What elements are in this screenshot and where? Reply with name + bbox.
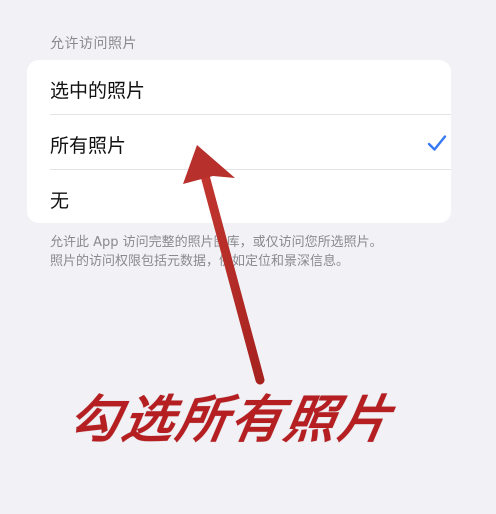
option-none[interactable]: 无 — [27, 170, 451, 223]
checkmark-icon — [427, 135, 447, 151]
option-selected-photos[interactable]: 选中的照片 — [27, 60, 451, 114]
section-header: 允许访问照片 — [50, 36, 137, 52]
photo-access-options: 选中的照片 所有照片 无 — [27, 60, 451, 223]
footnote-text: 允许此 App 访问完整的照片图库，或仅访问您所选照片。 照片的访问权限包括元数… — [50, 235, 383, 269]
option-label: 无 — [50, 190, 70, 212]
option-label: 所有照片 — [50, 135, 127, 157]
option-label: 选中的照片 — [50, 80, 146, 102]
annotation-label: 勾选所有照片 — [63, 391, 399, 450]
option-all-photos[interactable]: 所有照片 — [27, 115, 451, 169]
